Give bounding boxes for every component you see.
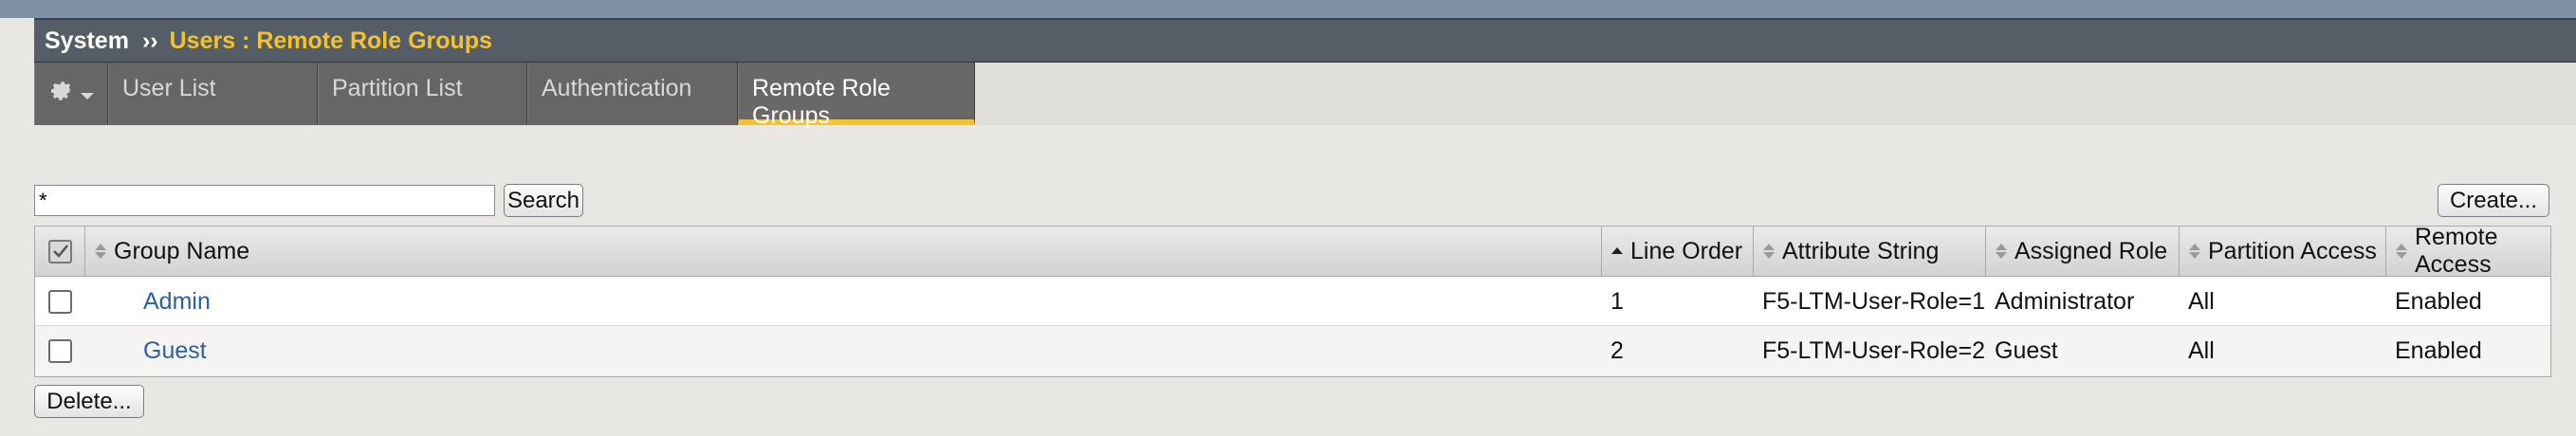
table-row: Admin 1 F5-LTM-User-Role=1 Administrator… (35, 277, 2550, 326)
partition-access: All (2188, 287, 2215, 315)
column-header-partition-access[interactable]: Partition Access (2179, 227, 2385, 276)
gear-icon (48, 78, 75, 111)
attribute-string: F5-LTM-User-Role=1 (1762, 287, 1985, 315)
settings-menu-button[interactable] (34, 63, 108, 125)
column-header-attribute-string[interactable]: Attribute String (1753, 227, 1985, 276)
title-bar: System ›› Users : Remote Role Groups (34, 18, 2576, 63)
remote-role-groups-table: Group Name Line Order Attribute String A… (34, 224, 2551, 377)
breadcrumb-separator: ›› (141, 27, 158, 54)
search-input[interactable] (34, 185, 495, 216)
table-header: Group Name Line Order Attribute String A… (35, 224, 2550, 278)
sort-ascending-icon (1611, 246, 1623, 256)
line-order: 2 (1610, 336, 1624, 364)
tab-user-list[interactable]: User List (108, 63, 318, 125)
line-order: 1 (1610, 287, 1624, 315)
sort-icon (1996, 244, 2007, 259)
partition-access: All (2188, 336, 2215, 364)
remote-access: Enabled (2395, 287, 2482, 315)
top-strip (0, 0, 2576, 18)
assigned-role: Guest (1995, 336, 2058, 364)
select-all-checkbox[interactable] (35, 227, 84, 276)
search-button[interactable]: Search (504, 184, 583, 217)
column-header-line-order[interactable]: Line Order (1601, 227, 1753, 276)
delete-button[interactable]: Delete... (34, 385, 144, 418)
tab-partition-list[interactable]: Partition List (318, 63, 527, 125)
row-checkbox[interactable] (35, 326, 84, 375)
sort-icon (1763, 244, 1775, 259)
table-row: Guest 2 F5-LTM-User-Role=2 Guest All Ena… (35, 326, 2550, 376)
tab-bar: User List Partition List Authentication … (34, 63, 2576, 129)
attribute-string: F5-LTM-User-Role=2 (1762, 336, 1985, 364)
sort-icon (2396, 244, 2407, 259)
tab-remote-role-groups[interactable]: Remote Role Groups (738, 63, 975, 129)
sort-icon (2189, 244, 2200, 259)
section-title: System (45, 27, 129, 54)
column-header-assigned-role[interactable]: Assigned Role (1985, 227, 2179, 276)
create-button[interactable]: Create... (2438, 184, 2549, 217)
tab-authentication[interactable]: Authentication (527, 63, 738, 125)
assigned-role: Administrator (1995, 287, 2135, 315)
remote-access: Enabled (2395, 336, 2482, 364)
checkmark-icon (52, 245, 68, 258)
group-name-link[interactable]: Guest (143, 337, 207, 365)
column-header-remote-access[interactable]: Remote Access (2385, 224, 2550, 278)
row-checkbox[interactable] (35, 277, 84, 326)
group-name-link[interactable]: Admin (143, 288, 211, 316)
breadcrumb[interactable]: Users : Remote Role Groups (170, 27, 492, 55)
column-header-group-name[interactable]: Group Name (84, 227, 1601, 276)
sort-icon (95, 244, 106, 259)
chevron-down-icon (81, 92, 94, 100)
